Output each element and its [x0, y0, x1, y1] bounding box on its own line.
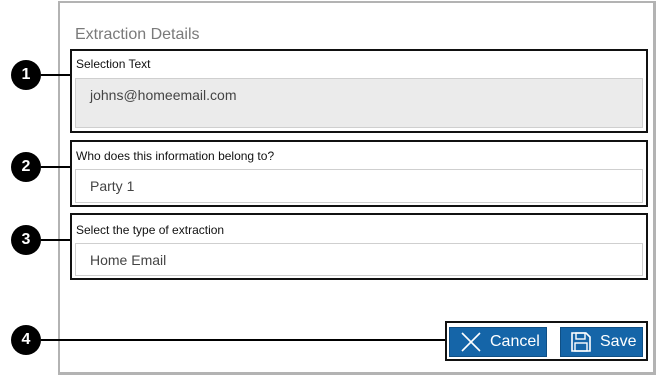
callout-badge-1: 1	[11, 60, 41, 90]
callout-leader-1	[41, 74, 71, 76]
callout-leader-3	[41, 239, 71, 241]
callout-badge-4: 4	[11, 325, 41, 355]
cancel-button[interactable]: Cancel	[449, 327, 547, 357]
selection-text-field: johns@homeemail.com	[75, 78, 643, 128]
save-button[interactable]: Save	[560, 327, 643, 357]
panel-title: Extraction Details	[75, 26, 200, 43]
callout-badge-2: 2	[11, 152, 41, 182]
extraction-type-select[interactable]: Home Email	[75, 243, 643, 276]
callout-leader-4	[41, 339, 446, 341]
cancel-button-label: Cancel	[490, 333, 540, 350]
save-button-label: Save	[600, 333, 637, 350]
owner-select[interactable]: Party 1	[75, 169, 643, 203]
owner-label: Who does this information belong to?	[76, 149, 275, 163]
callout-badge-3: 3	[11, 225, 41, 255]
close-icon	[460, 331, 482, 353]
floppy-disk-icon	[570, 331, 592, 353]
selection-text-label: Selection Text	[76, 57, 151, 71]
callout-leader-2	[41, 166, 71, 168]
extraction-type-label: Select the type of extraction	[76, 223, 225, 237]
